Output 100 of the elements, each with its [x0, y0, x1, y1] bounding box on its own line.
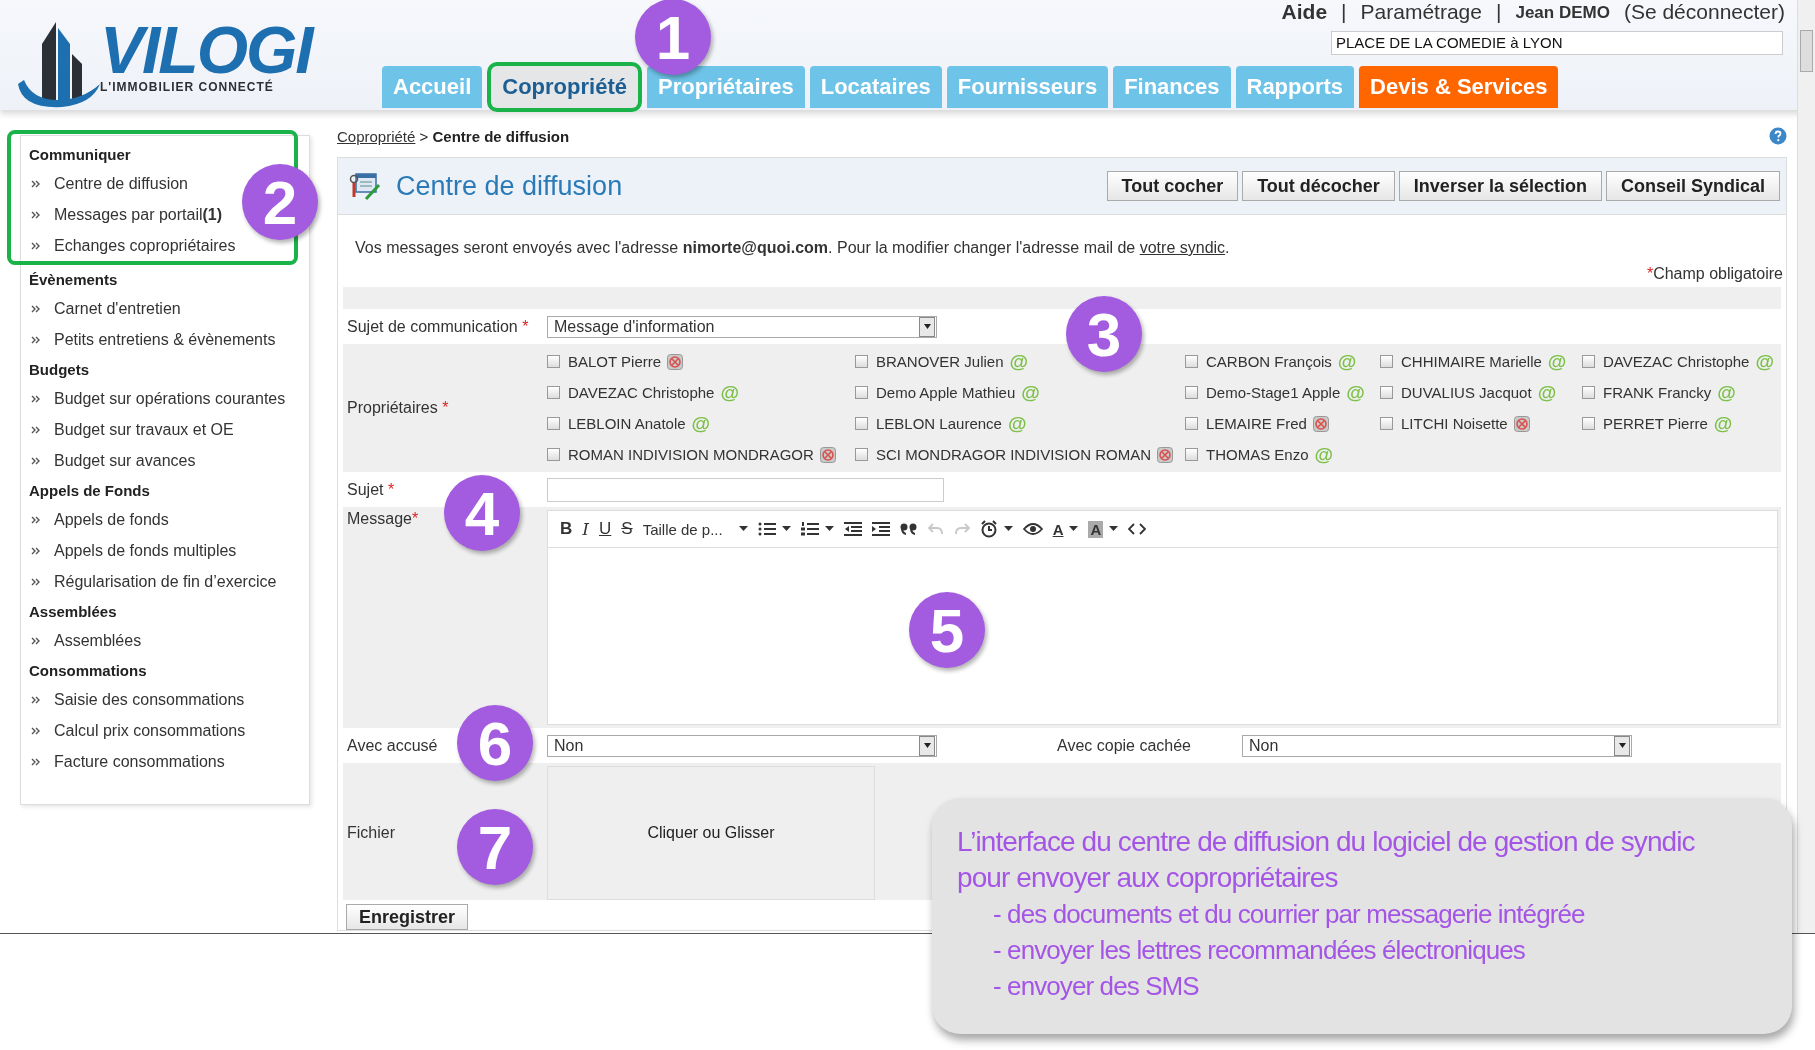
callout-text: - des documents et du courrier par messagerie intégrée: [992, 898, 1586, 931]
separator-text: |: [1495, 0, 1502, 24]
sidebar-link[interactable]: Petits entretiens & évènements: [54, 330, 276, 349]
owner-checkbox[interactable]: [1582, 355, 1595, 368]
double-chevron-icon: [31, 304, 40, 313]
owner-checkbox[interactable]: [855, 417, 868, 430]
callout-text: L’interface du centre de diffusion du logiciel de gestion de syndic: [957, 825, 1696, 859]
owner-name: DUVALIUS Jacquot: [1401, 384, 1532, 401]
separator-text: |: [1341, 0, 1347, 24]
field-label: Propriétaires *: [346, 399, 450, 417]
double-chevron-icon: [31, 515, 40, 524]
indent-icon[interactable]: [871, 521, 890, 537]
sidebar-link[interactable]: Régularisation de fin d’exercice: [54, 572, 277, 591]
toolbar-button[interactable]: Tout décocher: [1242, 171, 1395, 201]
owner-name: CHHIMAIRE Marielle: [1401, 353, 1542, 370]
owner-name: LEBLON Laurence: [876, 415, 1002, 432]
format-button[interactable]: B: [560, 519, 573, 539]
alarm-clock-icon[interactable]: [979, 520, 998, 538]
breadcrumb-link[interactable]: Copropriété: [337, 127, 416, 145]
sidebar-link[interactable]: Budget sur travaux et OE: [54, 420, 234, 439]
owner-checkbox[interactable]: [1185, 386, 1198, 399]
format-button[interactable]: S: [621, 519, 633, 539]
sidebar-link[interactable]: Carnet d'entretien: [54, 299, 181, 318]
sidebar-link[interactable]: Calcul prix consommations: [54, 721, 246, 740]
sidebar-link[interactable]: Messages par portail(1): [54, 205, 223, 224]
subject-input[interactable]: [547, 477, 944, 502]
caret-icon[interactable]: [824, 526, 834, 532]
receipt-select[interactable]: Non: [547, 734, 937, 757]
owner-checkbox[interactable]: [547, 448, 560, 461]
email-mark: @: [1547, 352, 1567, 371]
owner-checkbox[interactable]: [1185, 417, 1198, 430]
caret-icon[interactable]: [1109, 526, 1119, 532]
bullet-list-icon[interactable]: [757, 521, 776, 537]
double-chevron-icon: [31, 636, 40, 645]
caret-icon[interactable]: [1003, 526, 1013, 532]
double-chevron-icon: [31, 210, 40, 219]
file-drop-zone[interactable]: Cliquer ou Glisser: [547, 766, 875, 900]
owner-checkbox[interactable]: [547, 355, 560, 368]
owner-checkbox[interactable]: [1380, 355, 1393, 368]
sidebar-link[interactable]: Echanges copropriétaires: [54, 236, 236, 255]
scrollbar[interactable]: [1797, 0, 1815, 933]
owner-checkbox[interactable]: [1582, 386, 1595, 399]
owner-checkbox[interactable]: [547, 386, 560, 399]
field-label: Sujet de communication *: [346, 317, 530, 336]
help-icon[interactable]: [1769, 127, 1787, 145]
section-heading: Budgets: [29, 361, 90, 380]
code-view-icon[interactable]: [1128, 523, 1147, 535]
owner-name: PERRET Pierre: [1603, 415, 1708, 432]
owner-checkbox[interactable]: [1582, 417, 1595, 430]
owner-checkbox[interactable]: [855, 448, 868, 461]
preview-eye-icon[interactable]: [1022, 522, 1043, 536]
numbered-list-icon[interactable]: [800, 521, 819, 537]
toolbar-button[interactable]: Conseil Syndical: [1605, 171, 1780, 201]
sidebar-link[interactable]: Budget sur avances: [54, 451, 196, 470]
owner-name: THOMAS Enzo: [1206, 446, 1309, 463]
owner-checkbox[interactable]: [855, 355, 868, 368]
toolbar-button[interactable]: Tout cocher: [1106, 171, 1239, 201]
double-chevron-icon: [31, 241, 40, 250]
subject-type-select[interactable]: Message d'information: [547, 315, 937, 338]
sidebar-link[interactable]: Budget sur opérations courantes: [54, 389, 286, 408]
caret-icon[interactable]: [1069, 526, 1079, 532]
top-link[interactable]: Paramétrage: [1360, 0, 1482, 24]
owner-checkbox[interactable]: [1185, 355, 1198, 368]
double-chevron-icon: [31, 695, 40, 704]
toolbar-button[interactable]: Inverser la sélection: [1398, 171, 1602, 201]
callout-text: - envoyer les lettres recommandées électroniques: [992, 934, 1526, 967]
top-link[interactable]: (Se déconnecter): [1623, 0, 1785, 24]
owner-checkbox[interactable]: [855, 386, 868, 399]
user-name: Jean DEMO: [1515, 2, 1610, 24]
owner-checkbox[interactable]: [547, 417, 560, 430]
owner-checkbox[interactable]: [1380, 386, 1393, 399]
format-button[interactable]: U: [599, 519, 612, 539]
field-label: Message*: [346, 510, 420, 528]
dropdown-arrow-icon: [1618, 743, 1626, 748]
email-mark: @: [1314, 445, 1334, 464]
sidebar-link[interactable]: Centre de diffusion: [54, 174, 188, 193]
caret-icon[interactable]: [781, 526, 791, 532]
owner-checkbox[interactable]: [1380, 417, 1393, 430]
format-button[interactable]: I: [582, 519, 589, 539]
owner-checkbox[interactable]: [1185, 448, 1198, 461]
top-link[interactable]: Aide: [1281, 0, 1328, 24]
outdent-icon[interactable]: [843, 521, 862, 537]
sidebar-link[interactable]: Assemblées: [54, 631, 142, 650]
owner-name: SCI MONDRAGOR INDIVISION ROMAN: [876, 446, 1152, 463]
save-button[interactable]: Enregistrer: [346, 904, 469, 930]
sidebar-link[interactable]: Appels de fonds multiples: [54, 541, 237, 560]
format-button[interactable]: A: [1052, 520, 1064, 538]
owner-name: LEMAIRE Fred: [1206, 415, 1307, 432]
sidebar-link[interactable]: Facture consommations: [54, 752, 225, 771]
caret-icon[interactable]: [738, 526, 748, 532]
double-chevron-icon: [31, 456, 40, 465]
location-field[interactable]: PLACE DE LA COMEDIE à LYON: [1331, 31, 1783, 55]
sidebar-link[interactable]: Appels de fonds: [54, 510, 169, 529]
owner-name: BALOT Pierre: [568, 353, 662, 370]
format-button[interactable]: A: [1088, 520, 1104, 538]
double-chevron-icon: [31, 577, 40, 586]
quote-icon[interactable]: [899, 522, 918, 536]
bcc-select[interactable]: Non: [1242, 734, 1632, 757]
format-button[interactable]: Taille de p...: [642, 520, 733, 538]
sidebar-link[interactable]: Saisie des consommations: [54, 690, 245, 709]
